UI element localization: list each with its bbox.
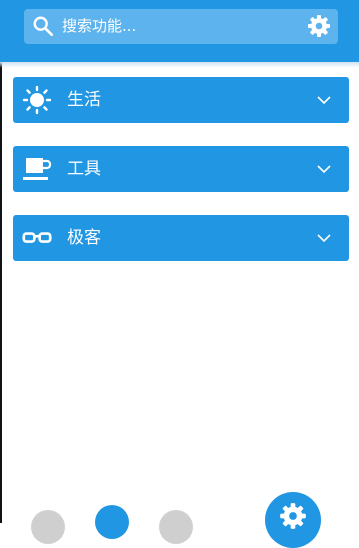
gear-icon bbox=[280, 503, 306, 529]
chevron-down-icon[interactable] bbox=[316, 94, 332, 106]
category-label: 生活 bbox=[67, 90, 101, 110]
search-placeholder: 搜索功能... bbox=[62, 17, 137, 35]
category-label: 极客 bbox=[67, 228, 101, 248]
sun-icon bbox=[22, 86, 52, 114]
page-indicator-dot[interactable] bbox=[31, 510, 65, 544]
window-edge bbox=[0, 0, 2, 523]
cup-icon bbox=[23, 158, 52, 180]
chevron-down-icon[interactable] bbox=[316, 163, 332, 175]
page-indicator-dot-active[interactable] bbox=[95, 505, 129, 539]
app-bar-shadow bbox=[0, 62, 359, 68]
top-app-bar: 搜索功能... bbox=[0, 0, 359, 62]
settings-fab[interactable] bbox=[265, 492, 321, 548]
search-icon bbox=[33, 16, 54, 37]
page-indicator-dot[interactable] bbox=[159, 510, 193, 544]
category-geek[interactable]: 极客 bbox=[13, 215, 349, 261]
category-tools[interactable]: 工具 bbox=[13, 146, 349, 192]
glasses-icon bbox=[22, 232, 52, 243]
category-life[interactable]: 生活 bbox=[13, 77, 349, 123]
chevron-down-icon[interactable] bbox=[316, 232, 332, 244]
search-field[interactable]: 搜索功能... bbox=[24, 9, 338, 44]
gear-icon[interactable] bbox=[307, 14, 331, 38]
category-label: 工具 bbox=[67, 159, 101, 179]
